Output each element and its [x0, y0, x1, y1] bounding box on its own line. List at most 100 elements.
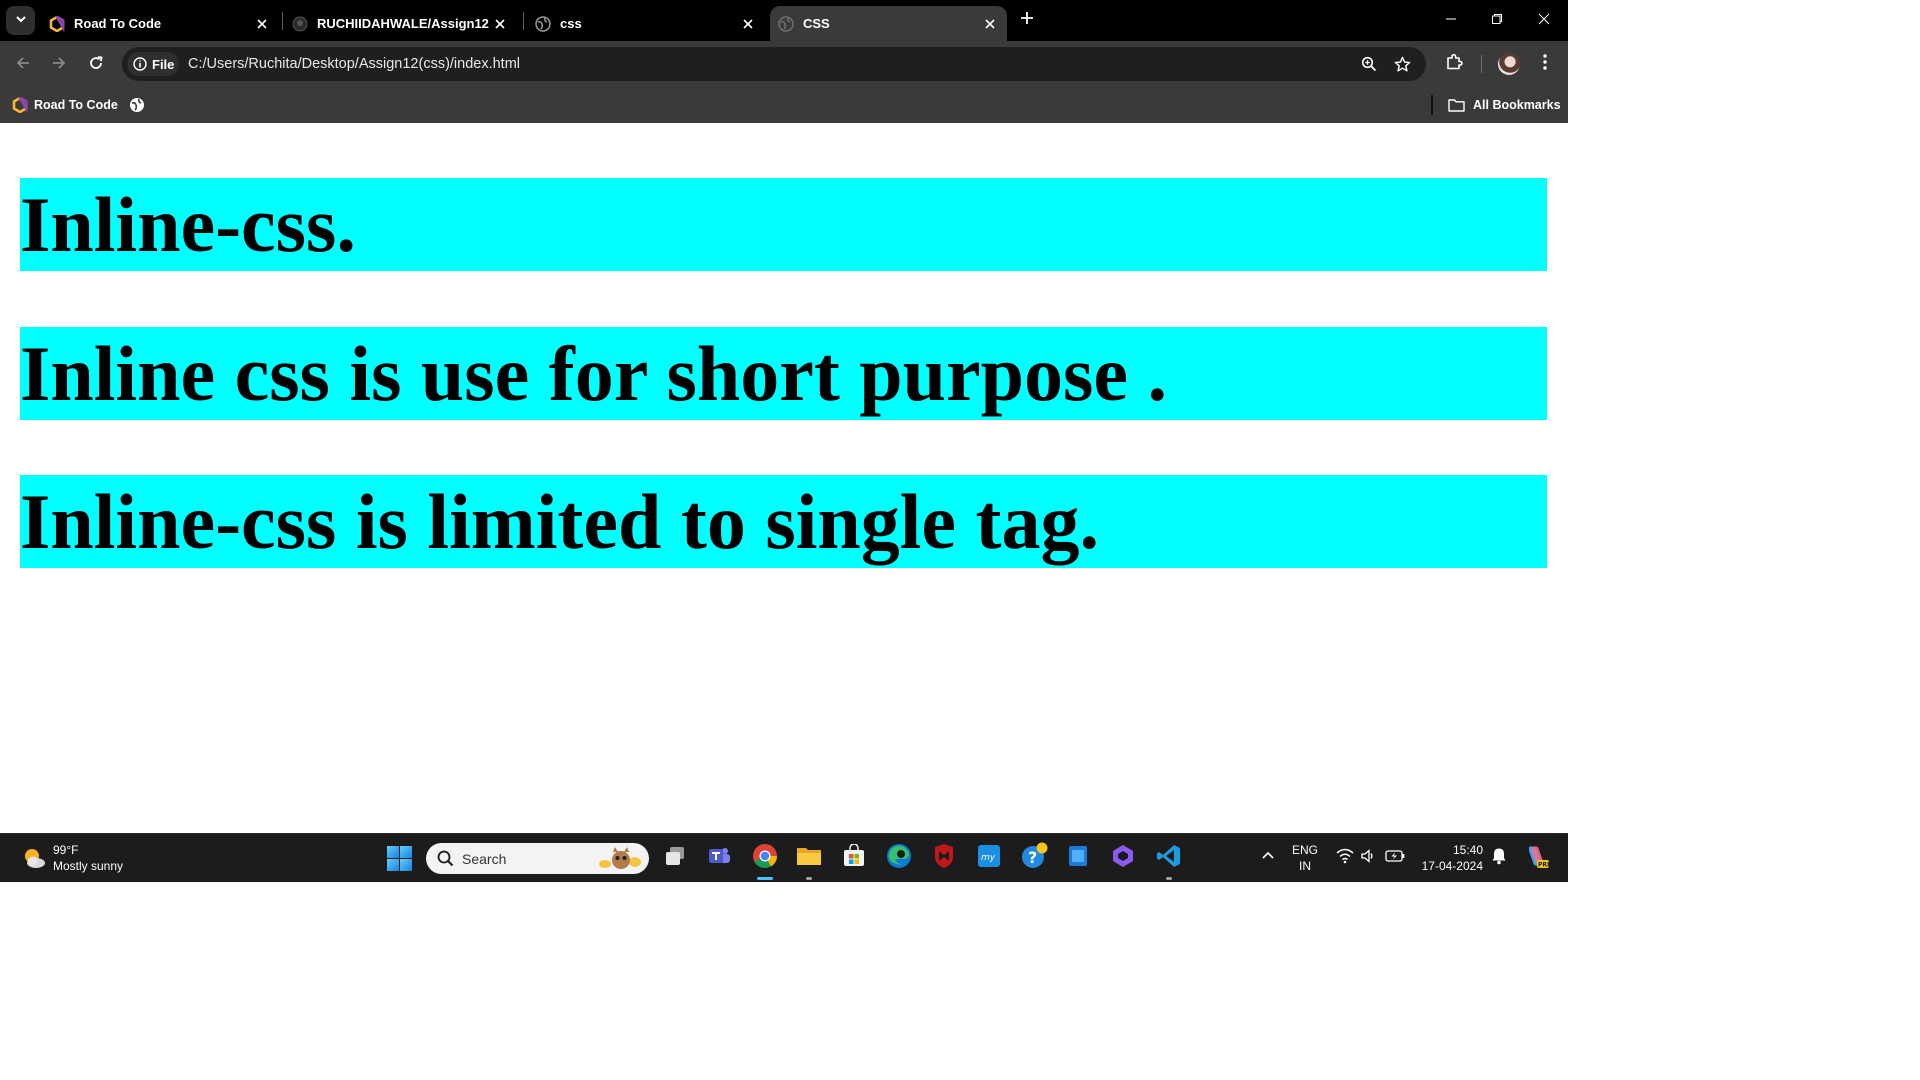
- taskbar-search[interactable]: Search: [426, 843, 649, 874]
- address-bar[interactable]: File C:/Users/Ruchita/Desktop/Assign12(c…: [122, 47, 1426, 81]
- arrow-right-icon: [51, 55, 67, 76]
- site-info-chip[interactable]: File: [127, 52, 179, 76]
- extensions-button[interactable]: [1441, 51, 1467, 77]
- bookmark-label: Road To Code: [34, 98, 118, 112]
- weather-condition: Mostly sunny: [53, 859, 124, 873]
- back-button[interactable]: [10, 52, 36, 78]
- tab-road-to-code[interactable]: Road To Code: [41, 6, 279, 41]
- forward-button[interactable]: [46, 52, 72, 78]
- active-app-indicator: [757, 877, 773, 880]
- svg-text:PRE: PRE: [1538, 861, 1549, 868]
- bell-icon: [1491, 847, 1507, 870]
- page-content: Inline-css. Inline css is use for short …: [0, 123, 1568, 833]
- microsoft-store-button[interactable]: [840, 842, 868, 873]
- notifications-button[interactable]: [1485, 844, 1513, 872]
- close-tab-icon[interactable]: [489, 13, 511, 35]
- more-vertical-icon: [1542, 53, 1548, 76]
- road-to-code-logo-icon: [49, 15, 65, 32]
- language-code: ENG: [1292, 843, 1319, 857]
- battery-charging-icon: [1385, 849, 1405, 868]
- store-icon: [842, 842, 866, 873]
- close-icon: [1538, 12, 1550, 30]
- running-app-indicator: [806, 877, 812, 880]
- tab-title: RUCHIIDAHWALE/Assign12-css: [317, 16, 489, 31]
- heading-3: Inline-css is limited to single tag.: [20, 475, 1547, 568]
- chevron-up-icon: [1262, 849, 1274, 867]
- input-language-indicator[interactable]: ENG IN: [1292, 842, 1318, 874]
- clock[interactable]: 15:40 17-04-2024: [1418, 842, 1483, 874]
- road-to-code-logo-icon: [12, 97, 28, 113]
- toolbar-separator: [1481, 55, 1482, 73]
- edge-button[interactable]: [885, 843, 913, 874]
- chrome-button[interactable]: [751, 843, 779, 880]
- globe-icon: [129, 97, 145, 113]
- edge-icon: [886, 843, 912, 874]
- tab-separator: [523, 12, 524, 30]
- tab-css-active[interactable]: CSS: [770, 6, 1007, 41]
- site-info-label: File: [152, 56, 175, 72]
- info-icon: [133, 57, 147, 71]
- all-bookmarks-button[interactable]: All Bookmarks: [1448, 95, 1561, 115]
- tab-github-repo[interactable]: RUCHIIDAHWALE/Assign12-css: [284, 6, 520, 41]
- globe-icon: [535, 15, 551, 32]
- tab-separator: [282, 12, 283, 30]
- bookmark-star-icon[interactable]: [1391, 53, 1413, 75]
- close-window-button[interactable]: [1531, 8, 1557, 34]
- close-tab-icon[interactable]: [251, 13, 273, 35]
- reload-button[interactable]: [83, 52, 109, 78]
- vscode-button[interactable]: [1155, 843, 1183, 880]
- new-tab-button[interactable]: [1016, 9, 1038, 31]
- all-bookmarks-label: All Bookmarks: [1473, 98, 1561, 112]
- folder-icon: [1448, 98, 1465, 112]
- show-hidden-icons-button[interactable]: [1254, 844, 1282, 872]
- close-tab-icon[interactable]: [979, 13, 1001, 35]
- get-help-button[interactable]: ?: [1020, 842, 1048, 875]
- help-icon: ?: [1020, 842, 1048, 875]
- weather-temperature: 99°F: [53, 843, 79, 857]
- heading-2: Inline css is use for short purpose .: [20, 327, 1547, 420]
- copilot-tray-button[interactable]: PRE: [1522, 843, 1551, 874]
- partly-sunny-icon: [22, 846, 46, 870]
- browser-menu-button[interactable]: [1532, 51, 1558, 77]
- puzzle-icon: [1445, 53, 1463, 76]
- svg-text:?: ?: [1028, 848, 1037, 867]
- copilot-button[interactable]: [1109, 844, 1137, 872]
- tab-title: Road To Code: [74, 16, 162, 31]
- close-tab-icon[interactable]: [737, 13, 759, 35]
- search-placeholder: Search: [462, 850, 507, 867]
- tab-css[interactable]: css: [527, 6, 765, 41]
- chevron-down-icon: [15, 12, 27, 30]
- mcafee-button[interactable]: [930, 843, 958, 873]
- windows-logo-icon: [387, 846, 412, 875]
- myhp-button[interactable]: my: [975, 844, 1003, 872]
- speaker-icon: [1360, 848, 1376, 869]
- tab-search-button[interactable]: [6, 6, 35, 35]
- profile-avatar[interactable]: [1498, 53, 1520, 75]
- bookmark-road-to-code[interactable]: Road To Code: [12, 95, 118, 115]
- clock-date: 17-04-2024: [1421, 859, 1483, 873]
- copilot-preview-icon: PRE: [1523, 843, 1551, 874]
- teams-button[interactable]: [705, 844, 733, 872]
- clock-time: 15:40: [1452, 843, 1483, 857]
- bookmark-globe[interactable]: [129, 95, 145, 115]
- battery-status-button[interactable]: [1381, 844, 1409, 872]
- windows-app-icon: [1066, 844, 1090, 873]
- weather-widget[interactable]: 99°F Mostly sunny: [22, 842, 123, 874]
- tab-strip: Road To Code RUCHIIDAHWALE/Assign12-css …: [0, 0, 1568, 41]
- bookmarks-bar: Road To Code All Bookmarks: [0, 87, 1568, 123]
- reload-icon: [88, 55, 104, 76]
- vscode-icon: [1156, 843, 1182, 874]
- restore-button[interactable]: [1484, 8, 1510, 34]
- zoom-icon[interactable]: [1358, 53, 1380, 75]
- start-button[interactable]: [387, 846, 412, 871]
- file-explorer-button[interactable]: [795, 844, 823, 880]
- volume-button[interactable]: [1354, 844, 1382, 872]
- minimize-button[interactable]: [1438, 8, 1464, 34]
- mcafee-shield-icon: [933, 843, 955, 873]
- windows-app-button[interactable]: [1064, 844, 1092, 872]
- task-view-button[interactable]: [661, 844, 689, 872]
- svg-text:my: my: [981, 853, 996, 863]
- copilot-icon: [1111, 844, 1135, 873]
- url-text[interactable]: C:/Users/Ruchita/Desktop/Assign12(css)/i…: [188, 47, 520, 81]
- github-icon: [292, 16, 308, 32]
